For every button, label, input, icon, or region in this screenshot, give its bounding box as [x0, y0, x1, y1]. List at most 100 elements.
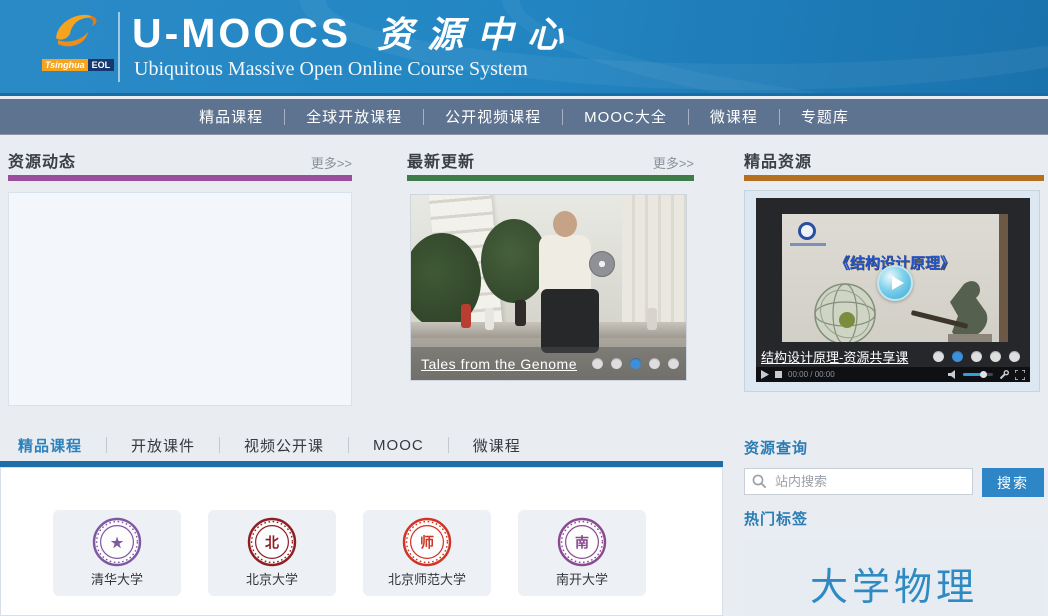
course-tabs-row: 精品课程开放课件视频公开课MOOC微课程: [0, 432, 723, 458]
logo-badge-tsinghua: Tsinghua: [42, 59, 88, 71]
carousel-caption-link[interactable]: Tales from the Genome: [421, 356, 577, 372]
nav-item-3[interactable]: MOOC大全: [563, 106, 688, 127]
video-dots: [933, 351, 1020, 362]
video-player[interactable]: 《结构设计原理》: [756, 198, 1030, 382]
course-tabs: 精品课程开放课件视频公开课MOOC微课程: [0, 432, 723, 467]
header-divider: [118, 12, 120, 82]
slide-dot-0[interactable]: [933, 351, 944, 362]
svg-text:南: 南: [575, 535, 589, 551]
play-icon[interactable]: [761, 370, 769, 379]
video-slide: 《结构设计原理》: [782, 214, 1008, 342]
slide-dot-1[interactable]: [952, 351, 963, 362]
emblem-caption-graphic: [790, 243, 826, 246]
volume-slider[interactable]: [963, 373, 993, 376]
panel-featured-title: 精品资源: [744, 148, 812, 172]
panel-featured: 精品资源 《结构设计原理》: [744, 150, 1044, 392]
man-graphic: [539, 235, 591, 293]
tree-graphic: [481, 219, 547, 303]
logo-badge: Tsinghua EOL: [42, 59, 122, 71]
video-caption-row: 结构设计原理-资源共享课: [761, 347, 1027, 366]
disc-graphic: [589, 251, 615, 277]
panel-news-bar: [8, 175, 352, 181]
university-seal-icon: 北: [247, 517, 297, 567]
course-tab-4[interactable]: 微课程: [449, 435, 545, 456]
wire-sphere-graphic: [808, 278, 882, 342]
search-row: 搜索: [744, 468, 1044, 496]
nav-item-1[interactable]: 全球开放课程: [285, 106, 423, 127]
statue-graphic: [904, 272, 1000, 342]
university-card-0[interactable]: ★ 清华大学: [53, 510, 181, 596]
panel-news-more-link[interactable]: 更多>>: [311, 153, 352, 172]
svg-text:师: 师: [420, 535, 434, 551]
university-name: 清华大学: [91, 569, 143, 588]
person-graphic: [461, 304, 471, 328]
logo-badge-eol: EOL: [88, 59, 115, 71]
university-row: ★清华大学北北京大学师北京师范大学南南开大学: [53, 510, 722, 596]
university-seal-icon: 师: [402, 517, 452, 567]
site-logo[interactable]: Tsinghua EOL: [42, 8, 122, 71]
university-name: 南开大学: [556, 569, 608, 588]
carousel-dots: [592, 358, 679, 369]
university-card-1[interactable]: 北北京大学: [208, 510, 336, 596]
panel-featured-bar: [744, 175, 1044, 181]
nav-item-4[interactable]: 微课程: [689, 106, 779, 127]
panel-latest-more-link[interactable]: 更多>>: [653, 153, 694, 172]
main-nav: 精品课程全球开放课程公开视频课程MOOC大全微课程专题库: [0, 99, 1048, 135]
person-graphic: [515, 300, 526, 326]
carousel-caption-band: Tales from the Genome: [411, 347, 686, 380]
course-tab-2[interactable]: 视频公开课: [220, 435, 348, 456]
slide-edge-graphic: [999, 214, 1008, 342]
news-content-box: [8, 192, 352, 406]
panel-latest-bar: [407, 175, 694, 181]
hot-tag-0[interactable]: 大学物理: [810, 556, 978, 611]
volume-icon[interactable]: [948, 370, 957, 379]
slide-dot-1[interactable]: [611, 358, 622, 369]
video-controls: 00:00 / 00:00: [756, 367, 1030, 382]
university-name: 北京师范大学: [388, 569, 466, 588]
course-tab-0[interactable]: 精品课程: [18, 435, 106, 456]
hot-tags-title: 热门标签: [744, 508, 808, 529]
university-seal-icon: 南: [557, 517, 607, 567]
site-subtitle: Ubiquitous Massive Open Online Course Sy…: [134, 58, 528, 81]
man-graphic: [553, 211, 577, 237]
play-overlay-button[interactable]: [877, 265, 913, 301]
slide-dot-3[interactable]: [990, 351, 1001, 362]
man-graphic: [541, 289, 599, 353]
course-tab-3[interactable]: MOOC: [349, 437, 448, 454]
hot-tags-box: 大学物理: [744, 540, 1044, 616]
university-name: 北京大学: [246, 569, 298, 588]
course-panel: ★清华大学北北京大学师北京师范大学南南开大学: [0, 467, 723, 616]
latest-carousel[interactable]: Tales from the Genome: [410, 194, 687, 381]
site-title: U-MOOCS资源中心: [132, 6, 577, 58]
university-emblem-icon: [798, 222, 816, 240]
slide-dot-2[interactable]: [630, 358, 641, 369]
stop-icon[interactable]: [775, 371, 782, 378]
search-section-title: 资源查询: [744, 437, 808, 458]
nav-item-2[interactable]: 公开视频课程: [424, 106, 562, 127]
slide-dot-2[interactable]: [971, 351, 982, 362]
nav-item-0[interactable]: 精品课程: [178, 106, 284, 127]
slide-dot-3[interactable]: [649, 358, 660, 369]
panel-latest: 最新更新 更多>> Tales from the: [407, 150, 694, 381]
search-button[interactable]: 搜索: [982, 468, 1044, 497]
video-caption-link[interactable]: 结构设计原理-资源共享课: [761, 347, 908, 366]
panel-news: 资源动态 更多>>: [8, 150, 352, 406]
panel-latest-title: 最新更新: [407, 148, 475, 172]
slide-dot-0[interactable]: [592, 358, 603, 369]
svg-text:★: ★: [111, 535, 124, 551]
person-graphic: [485, 308, 494, 330]
slide-dot-4[interactable]: [1009, 351, 1020, 362]
video-time: 00:00 / 00:00: [788, 370, 835, 379]
svg-text:北: 北: [265, 535, 279, 551]
site-title-en: U-MOOCS: [132, 10, 351, 56]
search-icon: [752, 474, 767, 489]
slide-dot-4[interactable]: [668, 358, 679, 369]
course-tab-1[interactable]: 开放课件: [107, 435, 219, 456]
settings-wrench-icon[interactable]: [999, 370, 1009, 380]
university-card-3[interactable]: 南南开大学: [518, 510, 646, 596]
nav-item-5[interactable]: 专题库: [780, 106, 870, 127]
fullscreen-icon[interactable]: [1015, 370, 1025, 380]
university-card-2[interactable]: 师北京师范大学: [363, 510, 491, 596]
person-graphic: [647, 308, 657, 330]
search-input[interactable]: [744, 468, 973, 495]
